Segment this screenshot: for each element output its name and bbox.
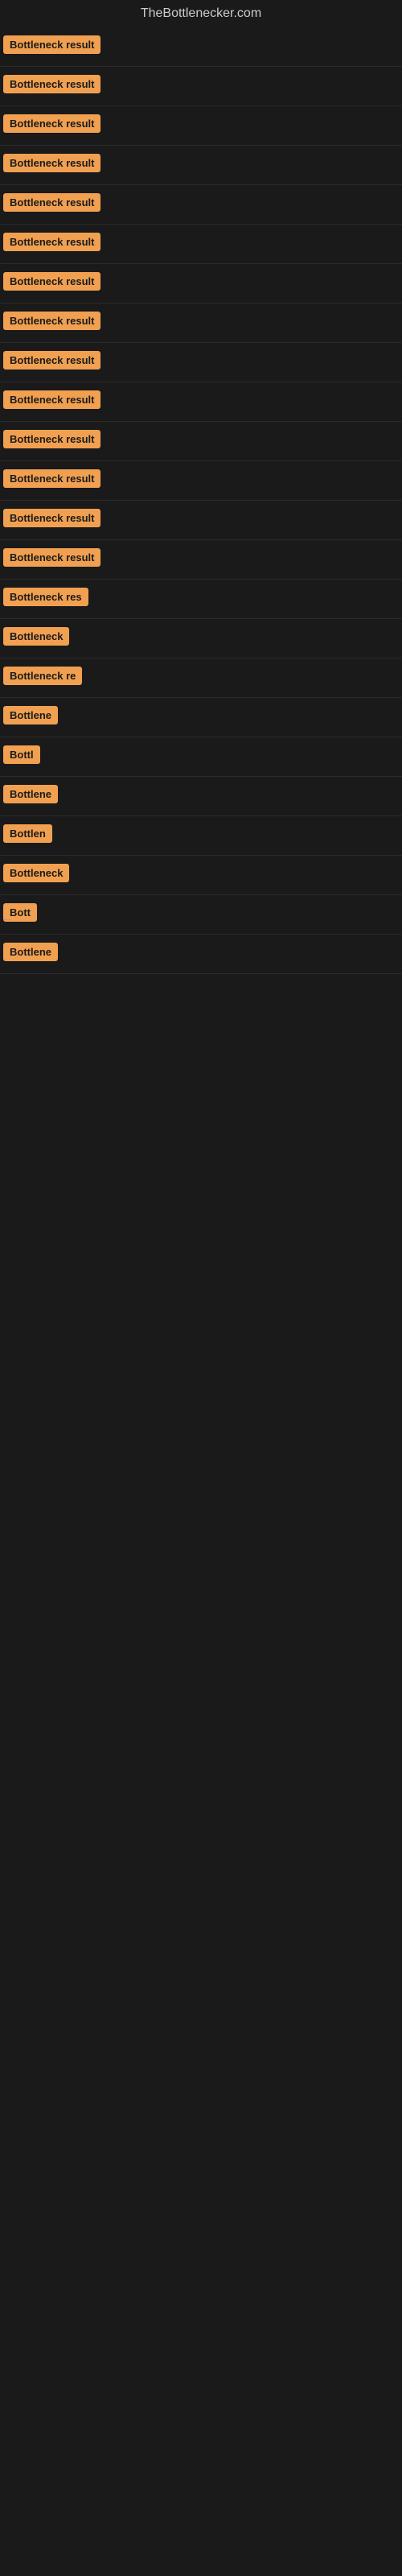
result-row: Bottleneck result: [0, 225, 402, 264]
result-row: Bottleneck: [0, 619, 402, 658]
ellipsis-indicator: ...: [3, 913, 10, 2568]
bottleneck-badge[interactable]: Bottleneck result: [3, 193, 100, 212]
result-row: Bottleneck result: [0, 303, 402, 343]
result-row: Bottleneck result: [0, 264, 402, 303]
result-row: Bottleneck result: [0, 501, 402, 540]
result-row: Bottleneck result: [0, 382, 402, 422]
result-row: Bottleneck result: [0, 461, 402, 501]
bottleneck-badge[interactable]: Bottleneck result: [3, 154, 100, 172]
result-row: Bottlen: [0, 816, 402, 856]
bottleneck-badge[interactable]: Bottlene: [3, 943, 58, 961]
result-row: Bottlene: [0, 777, 402, 816]
bottleneck-badge[interactable]: Bottl: [3, 745, 40, 764]
bottleneck-badge[interactable]: Bottleneck re: [3, 667, 82, 685]
result-row: Bottl: [0, 737, 402, 777]
bottleneck-badge[interactable]: Bottleneck result: [3, 75, 100, 93]
bottleneck-badge[interactable]: Bottleneck result: [3, 509, 100, 527]
bottleneck-badge[interactable]: Bottleneck result: [3, 312, 100, 330]
bottleneck-badge[interactable]: Bottleneck result: [3, 35, 100, 54]
result-row: Bottleneck result: [0, 185, 402, 225]
result-row: Bottleneck result: [0, 27, 402, 67]
result-row: Bottleneck result: [0, 343, 402, 382]
bottleneck-badge[interactable]: Bottlene: [3, 706, 58, 724]
result-row: Bottleneck result: [0, 67, 402, 106]
bottleneck-badge[interactable]: Bottleneck result: [3, 272, 100, 291]
bottleneck-badge[interactable]: Bottleneck result: [3, 469, 100, 488]
bottleneck-badge[interactable]: Bottleneck result: [3, 390, 100, 409]
result-row: Bottleneck result: [0, 422, 402, 461]
result-row: Bottlene: [0, 935, 402, 974]
bottleneck-badge[interactable]: Bottleneck result: [3, 114, 100, 133]
bottleneck-badge[interactable]: Bottleneck: [3, 864, 69, 882]
result-row: Bottleneck re: [0, 658, 402, 698]
result-row: Bottleneck result: [0, 540, 402, 580]
bottleneck-badge[interactable]: Bottlene: [3, 785, 58, 803]
bottleneck-badge[interactable]: Bottleneck result: [3, 430, 100, 448]
bottleneck-badge[interactable]: Bottleneck: [3, 627, 69, 646]
bottleneck-badge[interactable]: Bottleneck result: [3, 233, 100, 251]
bottleneck-badge[interactable]: Bottleneck res: [3, 588, 88, 606]
result-row: Bottlene: [0, 698, 402, 737]
bottleneck-badge[interactable]: Bottleneck result: [3, 351, 100, 369]
result-row: Bottleneck: [0, 856, 402, 895]
result-row: Bottleneck result: [0, 146, 402, 185]
result-row: Bott: [0, 895, 402, 935]
result-row: Bottleneck result: [0, 106, 402, 146]
result-row: Bottleneck res: [0, 580, 402, 619]
bottleneck-badge[interactable]: Bottlen: [3, 824, 52, 843]
site-title: TheBottlenecker.com: [0, 0, 402, 27]
bottleneck-badge[interactable]: Bottleneck result: [3, 548, 100, 567]
